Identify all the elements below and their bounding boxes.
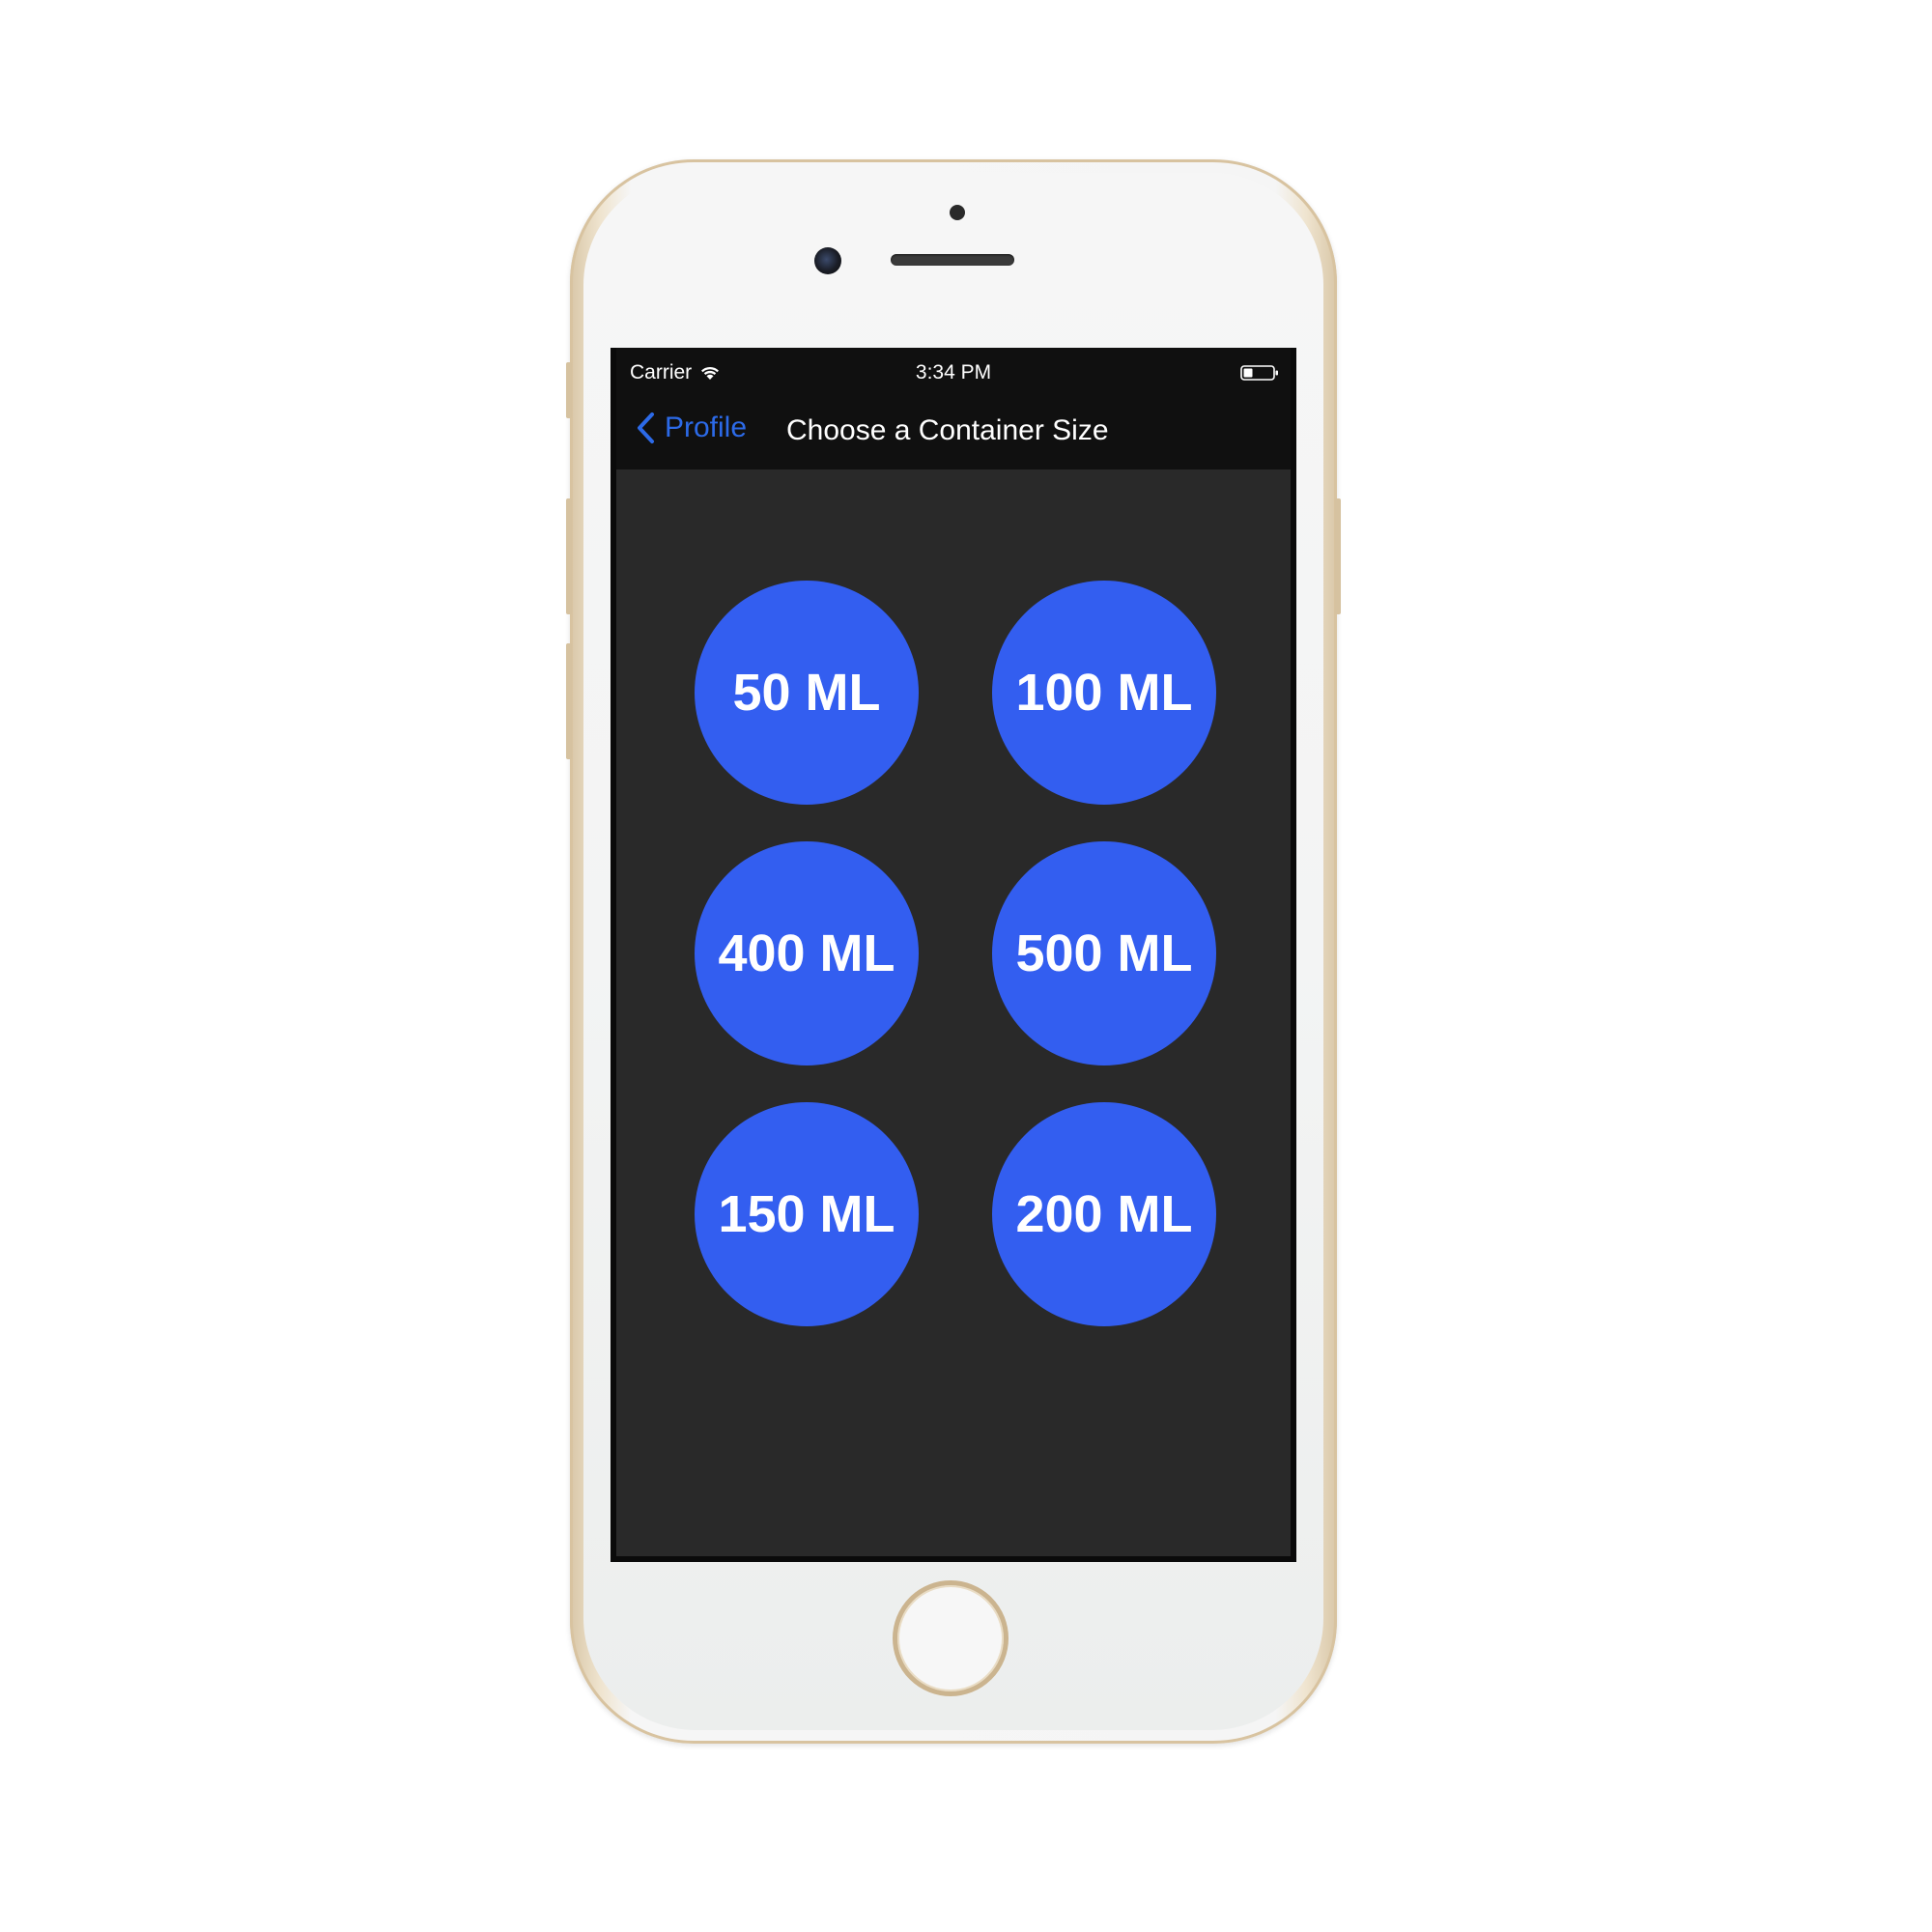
navigation-bar: Profile Choose a Container Size xyxy=(616,396,1291,469)
silent-switch xyxy=(566,362,572,418)
size-button-500ml[interactable]: 500 ML xyxy=(992,841,1216,1065)
battery-icon xyxy=(1240,363,1279,381)
size-button-400ml[interactable]: 400 ML xyxy=(695,841,919,1065)
home-button[interactable] xyxy=(893,1580,1009,1696)
status-bar: Carrier 3:34 PM xyxy=(616,348,1291,396)
container-size-grid: 50 ML 100 ML 400 ML 500 ML 150 ML 200 ML xyxy=(695,581,1216,1326)
page-title: Choose a Container Size xyxy=(786,414,1109,446)
size-button-100ml[interactable]: 100 ML xyxy=(992,581,1216,805)
back-button[interactable]: Profile xyxy=(636,412,747,444)
chevron-left-icon xyxy=(636,412,655,444)
size-button-50ml[interactable]: 50 ML xyxy=(695,581,919,805)
size-button-150ml[interactable]: 150 ML xyxy=(695,1102,919,1326)
status-time: 3:34 PM xyxy=(915,361,992,384)
volume-up-button xyxy=(566,498,572,614)
content-area: 50 ML 100 ML 400 ML 500 ML 150 ML 200 ML xyxy=(616,469,1291,1556)
front-camera-icon xyxy=(814,247,841,274)
power-button xyxy=(1335,498,1341,614)
back-button-label: Profile xyxy=(665,412,748,443)
proximity-sensor xyxy=(950,205,965,220)
app-screen: Carrier 3:34 PM Profile Choose a Contain… xyxy=(611,348,1296,1562)
earpiece-speaker xyxy=(891,254,1014,266)
mockup-stage: Carrier 3:34 PM Profile Choose a Contain… xyxy=(0,0,1932,1932)
volume-down-button xyxy=(566,643,572,759)
size-button-200ml[interactable]: 200 ML xyxy=(992,1102,1216,1326)
